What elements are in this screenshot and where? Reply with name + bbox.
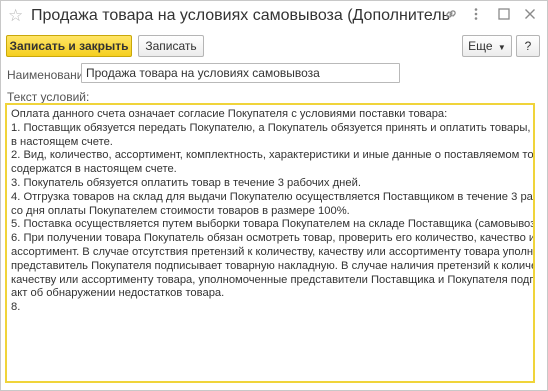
name-field[interactable]: Продажа товара на условиях самовывоза [81, 63, 400, 83]
conditions-line: 8. [11, 301, 21, 314]
conditions-line: 2. Вид, количество, ассортимент, комплек… [11, 149, 535, 162]
conditions-line: качеству или ассортименту товара, уполно… [11, 273, 535, 286]
conditions-line: содержатся в настоящем счете. [11, 163, 177, 176]
document-window: ☆ Продажа товара на условиях самовывоза … [0, 0, 548, 391]
more-button-label: Еще [468, 39, 493, 53]
save-button[interactable]: Записать [138, 35, 204, 57]
conditions-textarea[interactable]: Оплата данного счета означает согласие П… [5, 103, 535, 383]
conditions-line: 5. Поставка осуществляется путем выборки… [11, 218, 535, 231]
window-title: Продажа товара на условиях самовывоза (Д… [31, 7, 449, 24]
star-icon[interactable]: ☆ [8, 6, 23, 26]
chevron-down-icon: ▼ [497, 43, 506, 52]
conditions-line: 4. Отгрузка товаров на склад для выдачи … [11, 190, 535, 203]
more-button[interactable]: Еще ▼ [462, 35, 512, 57]
conditions-line: со дня оплаты Покупателем стоимости това… [11, 204, 350, 217]
conditions-line: ассортимент. В случае отсутствия претенз… [11, 245, 535, 258]
conditions-line: 1. Поставщик обязуется передать Покупате… [11, 121, 535, 134]
conditions-line: 3. Покупатель обязуется оплатить товар в… [11, 176, 361, 189]
conditions-line: 6. При получении товара Покупатель обяза… [11, 232, 535, 245]
conditions-line: Оплата данного счета означает согласие П… [11, 108, 448, 120]
form-toolbar: Записать и закрыть Записать Еще ▼ ? [1, 35, 547, 57]
conditions-label: Текст условий: [7, 90, 90, 104]
save-and-close-button[interactable]: Записать и закрыть [6, 35, 132, 57]
conditions-line: представитель Покупателя подписывает тов… [11, 259, 535, 272]
maximize-icon[interactable] [495, 7, 513, 25]
more-vertical-icon[interactable] [467, 7, 485, 25]
help-button[interactable]: ? [516, 35, 540, 57]
title-bar: ☆ Продажа товара на условиях самовывоза … [1, 1, 547, 31]
link-icon[interactable] [442, 7, 460, 25]
conditions-line: в настоящем счете. [11, 135, 113, 148]
close-icon[interactable] [521, 7, 539, 25]
conditions-line: акт об обнаружении недостатков товара. [11, 287, 225, 300]
